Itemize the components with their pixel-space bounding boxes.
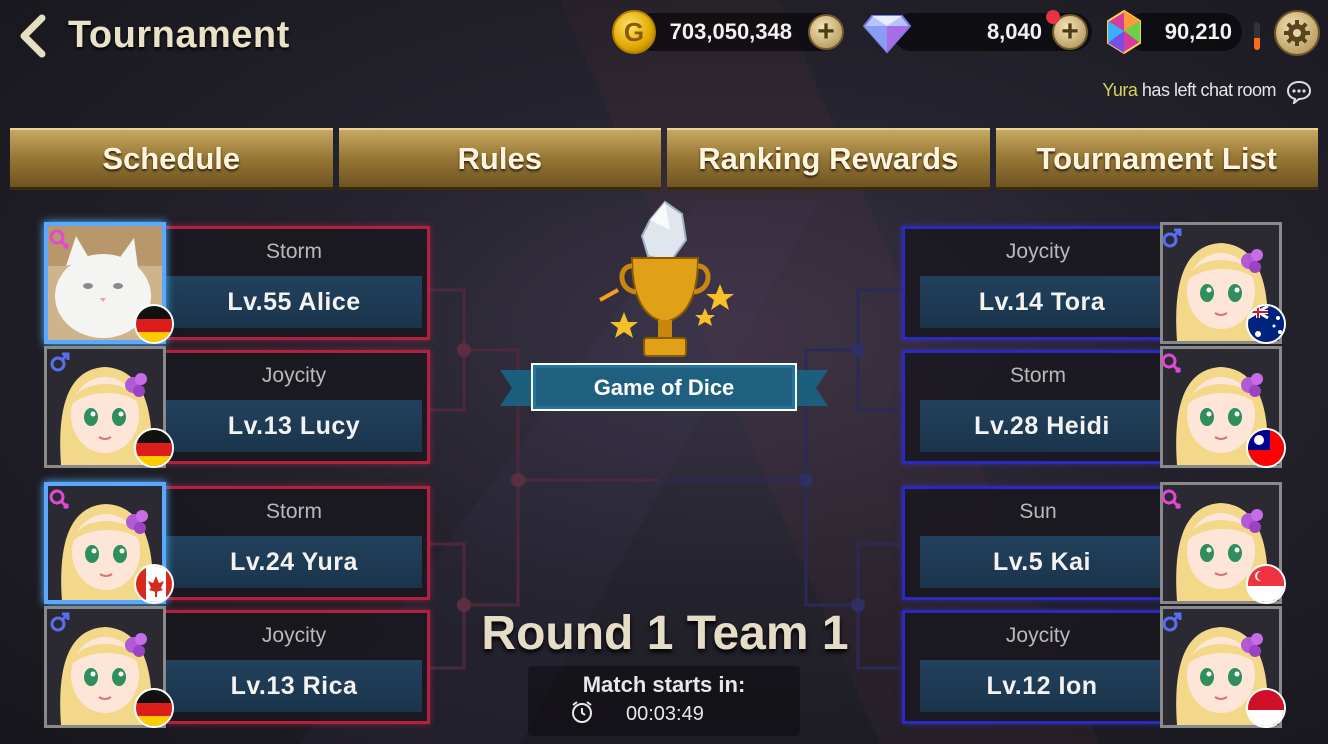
player-card[interactable]: Joycity Lv.13 Rica: [44, 606, 430, 728]
match-timer: 00:03:49: [626, 703, 704, 725]
player-card[interactable]: Storm Lv.28 Heidi: [902, 346, 1288, 468]
tab-rules[interactable]: Rules: [338, 128, 661, 190]
player-team: Sun: [1019, 500, 1057, 523]
player-card[interactable]: Joycity Lv.14 Tora: [902, 222, 1288, 344]
page-title: Tournament: [68, 14, 290, 56]
germany-flag-icon: [134, 428, 174, 468]
tab-schedule[interactable]: Schedule: [10, 128, 333, 190]
rainbow-crystal-icon: [1107, 9, 1141, 55]
energy-gauge: [1254, 22, 1260, 50]
player-card[interactable]: Joycity Lv.12 Ion: [902, 606, 1288, 728]
notification-dot: [1046, 10, 1060, 24]
back-arrow-icon[interactable]: [14, 14, 50, 58]
player-name: Lv.24 Yura: [166, 536, 422, 588]
female-gender-icon: [1160, 352, 1182, 374]
diamond-icon: [862, 15, 912, 54]
female-gender-icon: [1160, 488, 1182, 510]
player-name: Lv.28 Heidi: [920, 400, 1164, 452]
player-team: Storm: [265, 240, 322, 263]
male-gender-icon: [48, 352, 70, 374]
alarm-clock-icon: [572, 701, 592, 723]
germany-flag-icon: [134, 304, 174, 344]
singapore-flag-icon: [1246, 564, 1286, 604]
germany-flag-icon: [134, 688, 174, 728]
player-team: Joycity: [1005, 240, 1071, 263]
round-title: Round 1 Team 1: [481, 607, 849, 660]
tab-bar: Schedule Rules Ranking Rewards Tournamen…: [10, 128, 1318, 192]
male-gender-icon: [1160, 228, 1182, 250]
player-card[interactable]: Joycity Lv.13 Lucy: [44, 346, 430, 468]
tab-tournament-list[interactable]: Tournament List: [995, 128, 1318, 190]
player-name: Lv.13 Lucy: [166, 400, 422, 452]
chat-notification: Yura has left chat room: [1102, 80, 1276, 101]
female-gender-icon: [48, 488, 70, 510]
trophy-icon: [599, 200, 734, 357]
player-team: Joycity: [1005, 624, 1071, 647]
player-team: Storm: [265, 500, 322, 523]
crystal-amount: 90,210: [1164, 19, 1232, 44]
player-name: Lv.5 Kai: [920, 536, 1164, 588]
chat-bubble-icon[interactable]: [1286, 80, 1312, 104]
player-name: Lv.14 Tora: [920, 276, 1164, 328]
player-name: Lv.12 Ion: [920, 660, 1164, 712]
player-card[interactable]: Sun Lv.5 Kai: [902, 482, 1288, 604]
tab-ranking-rewards[interactable]: Ranking Rewards: [667, 128, 990, 190]
canada-flag-icon: [134, 564, 174, 604]
male-gender-icon: [48, 612, 70, 634]
player-team: Storm: [1009, 364, 1066, 387]
taiwan-flag-icon: [1246, 428, 1286, 468]
gold-amount: 703,050,348: [669, 19, 792, 44]
female-gender-icon: [48, 228, 70, 250]
player-card[interactable]: Storm Lv.55 Alice: [44, 222, 430, 344]
player-team: Joycity: [261, 364, 327, 387]
gem-amount: 8,040: [986, 19, 1042, 44]
indonesia-flag-icon: [1246, 688, 1286, 728]
match-start-label: Match starts in:: [582, 672, 746, 697]
add-gold-button[interactable]: +: [808, 14, 844, 50]
chat-message: has left chat room: [1141, 80, 1277, 100]
player-name: Lv.13 Rica: [166, 660, 422, 712]
player-card[interactable]: Storm Lv.24 Yura: [44, 482, 430, 604]
male-gender-icon: [1160, 612, 1182, 634]
event-name: Game of Dice: [593, 375, 735, 400]
chat-user-name: Yura: [1102, 80, 1138, 100]
gold-coin-icon: G: [612, 10, 656, 54]
australia-flag-icon: [1246, 304, 1286, 344]
player-team: Joycity: [261, 624, 327, 647]
player-name: Lv.55 Alice: [166, 276, 422, 328]
settings-gear-icon[interactable]: [1274, 10, 1320, 56]
